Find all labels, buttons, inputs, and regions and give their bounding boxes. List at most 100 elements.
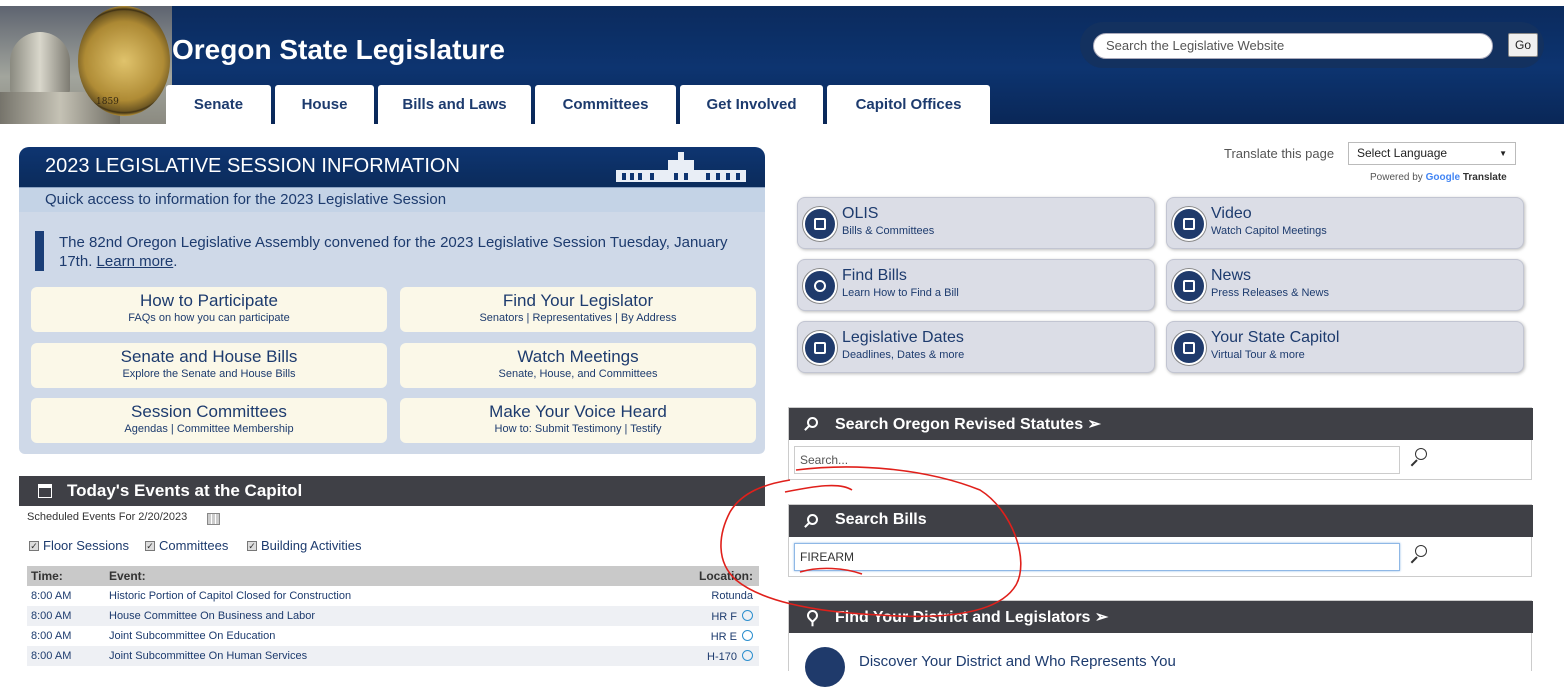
watch-meetings-button[interactable]: Watch Meetings Senate, House, and Committ… — [400, 343, 756, 388]
ors-search-input[interactable]: Search... — [794, 446, 1400, 474]
tab-get-involved[interactable]: Get Involved — [680, 85, 823, 124]
events-table: Time: Event: Location: 8:00 AM Historic … — [27, 566, 759, 666]
find-district-panel: Find Your District and Legislators ➢ Dis… — [788, 600, 1533, 687]
translate-label: Translate this page — [1224, 146, 1335, 161]
expand-icon[interactable] — [742, 629, 753, 641]
video-camera-icon — [1172, 207, 1206, 241]
quicklink-subtitle: Learn How to Find a Bill — [842, 287, 959, 299]
table-header-row: Time: Event: Location: — [27, 566, 759, 586]
session-subtitle: Quick access to information for the 2023… — [45, 191, 447, 208]
expand-icon[interactable] — [742, 609, 753, 621]
session-committees-button[interactable]: Session Committees Agendas | Committee Me… — [31, 398, 387, 443]
find-your-legislator-button[interactable]: Find Your Legislator Senators | Represent… — [400, 287, 756, 332]
checkbox-icon[interactable]: ✓ — [29, 540, 39, 551]
date-picker-icon[interactable] — [207, 513, 220, 525]
session-title: 2023 LEGISLATIVE SESSION INFORMATION — [45, 155, 460, 177]
capitol-building-icon — [1172, 331, 1206, 365]
senate-house-bills-button[interactable]: Senate and House Bills Explore the Senate… — [31, 343, 387, 388]
learn-more-link[interactable]: Learn more — [97, 253, 174, 270]
site-title[interactable]: Oregon State Legislature — [172, 34, 505, 66]
quicklink-title: OLIS — [842, 205, 879, 222]
find-district-header[interactable]: Find Your District and Legislators ➢ — [789, 601, 1533, 633]
expand-icon[interactable] — [742, 649, 753, 661]
location-text: HR E — [710, 630, 737, 643]
event-location: HR F — [609, 609, 759, 623]
olis-link[interactable]: OLIS Bills & Committees — [797, 197, 1155, 249]
tab-house[interactable]: House — [275, 85, 374, 124]
button-subtitle: Explore the Senate and House Bills — [122, 368, 296, 380]
checkbox-icon[interactable]: ✓ — [145, 540, 155, 551]
quicklink-title: Your State Capitol — [1211, 329, 1340, 346]
state-capitol-link[interactable]: Your State Capitol Virtual Tour & more — [1166, 321, 1524, 373]
session-description: The 82nd Oregon Legislative Assembly con… — [59, 234, 728, 270]
quicklink-title: Video — [1211, 205, 1252, 222]
scheduled-events-label: Scheduled Events For 2/20/2023 — [27, 511, 188, 523]
search-ors-title: Search Oregon Revised Statutes ➢ — [835, 416, 1101, 433]
event-name[interactable]: Joint Subcommittee On Human Services — [109, 650, 609, 662]
search-icon — [807, 417, 818, 428]
megaphone-icon — [1172, 269, 1206, 303]
event-name[interactable]: Joint Subcommittee On Education — [109, 630, 609, 642]
olis-icon — [803, 207, 837, 241]
state-seal-logo[interactable]: 1859 — [78, 6, 170, 116]
translate-word: Translate — [1462, 172, 1507, 183]
event-location: HR E — [609, 629, 759, 643]
col-location: Location: — [699, 569, 753, 583]
bills-search-button[interactable] — [1409, 543, 1431, 565]
filter-committees[interactable]: ✓ Committees — [145, 538, 228, 553]
tab-senate[interactable]: Senate — [166, 85, 271, 124]
table-row: 8:00 AM House Committee On Business and … — [27, 606, 759, 626]
checkbox-icon[interactable]: ✓ — [247, 540, 257, 551]
language-select[interactable]: Select Language ▼ — [1348, 142, 1516, 165]
tab-committees[interactable]: Committees — [535, 85, 676, 124]
how-to-participate-button[interactable]: How to Participate FAQs on how you can pa… — [31, 287, 387, 332]
session-header: 2023 LEGISLATIVE SESSION INFORMATION — [19, 147, 765, 187]
site-search-input[interactable]: Search the Legislative Website — [1093, 33, 1493, 59]
events-title: Today's Events at the Capitol — [67, 481, 303, 500]
search-bills-title: Search Bills — [835, 511, 927, 528]
google-logo: Google — [1425, 172, 1461, 183]
dropdown-arrow-icon: ▼ — [1499, 149, 1507, 158]
button-subtitle: Senate, House, and Committees — [498, 368, 658, 380]
col-event: Event: — [109, 569, 146, 583]
site-search-go-button[interactable]: Go — [1508, 33, 1538, 57]
button-subtitle[interactable]: Senators | Representatives | By Address — [400, 312, 756, 324]
search-ors-panel: Search Oregon Revised Statutes ➢ Search.… — [788, 407, 1533, 480]
button-subtitle[interactable]: Agendas | Committee Membership — [31, 423, 387, 435]
ors-search-button[interactable] — [1409, 446, 1431, 468]
button-title: Watch Meetings — [517, 347, 639, 366]
button-subtitle[interactable]: How to: Submit Testimony | Testify — [400, 423, 756, 435]
district-description[interactable]: Discover Your District and Who Represent… — [859, 653, 1176, 670]
tab-bills-and-laws[interactable]: Bills and Laws — [378, 85, 531, 124]
search-ors-header[interactable]: Search Oregon Revised Statutes ➢ — [789, 408, 1533, 440]
table-row: 8:00 AM Historic Portion of Capitol Clos… — [27, 586, 759, 606]
powered-by-google[interactable]: Powered by Google Translate — [1370, 172, 1507, 183]
news-link[interactable]: News Press Releases & News — [1166, 259, 1524, 311]
search-icon — [807, 514, 818, 525]
event-name[interactable]: Historic Portion of Capitol Closed for C… — [109, 590, 609, 602]
seal-year: 1859 — [96, 97, 119, 107]
legislative-dates-link[interactable]: Legislative Dates Deadlines, Dates & more — [797, 321, 1155, 373]
bills-search-input[interactable]: FIREARM — [794, 543, 1400, 571]
quicklink-title: Legislative Dates — [842, 329, 964, 346]
video-link[interactable]: Video Watch Capitol Meetings — [1166, 197, 1524, 249]
button-subtitle: FAQs on how you can participate — [128, 312, 290, 324]
quicklink-title: Find Bills — [842, 267, 907, 284]
filter-building-activities[interactable]: ✓ Building Activities — [247, 538, 361, 553]
quicklink-subtitle: Virtual Tour & more — [1211, 349, 1305, 361]
filter-floor-sessions[interactable]: ✓ Floor Sessions — [29, 538, 129, 553]
location-text: HR F — [711, 610, 737, 623]
header-top-strip — [0, 0, 1564, 6]
find-bills-link[interactable]: Find Bills Learn How to Find a Bill — [797, 259, 1155, 311]
event-time: 8:00 AM — [31, 630, 72, 642]
filter-label: Building Activities — [261, 538, 362, 553]
tab-capitol-offices[interactable]: Capitol Offices — [827, 85, 990, 124]
event-time: 8:00 AM — [31, 590, 72, 602]
events-header: Today's Events at the Capitol — [19, 476, 765, 506]
event-name[interactable]: House Committee On Business and Labor — [109, 610, 609, 622]
main-nav: Senate House Bills and Laws Committees G… — [166, 85, 990, 124]
make-your-voice-heard-button[interactable]: Make Your Voice Heard How to: Submit Test… — [400, 398, 756, 443]
site-header: 1859 Oregon State Legislature Senate Hou… — [0, 0, 1564, 124]
search-icon — [1415, 545, 1427, 557]
quicklink-subtitle: Press Releases & News — [1211, 287, 1329, 299]
